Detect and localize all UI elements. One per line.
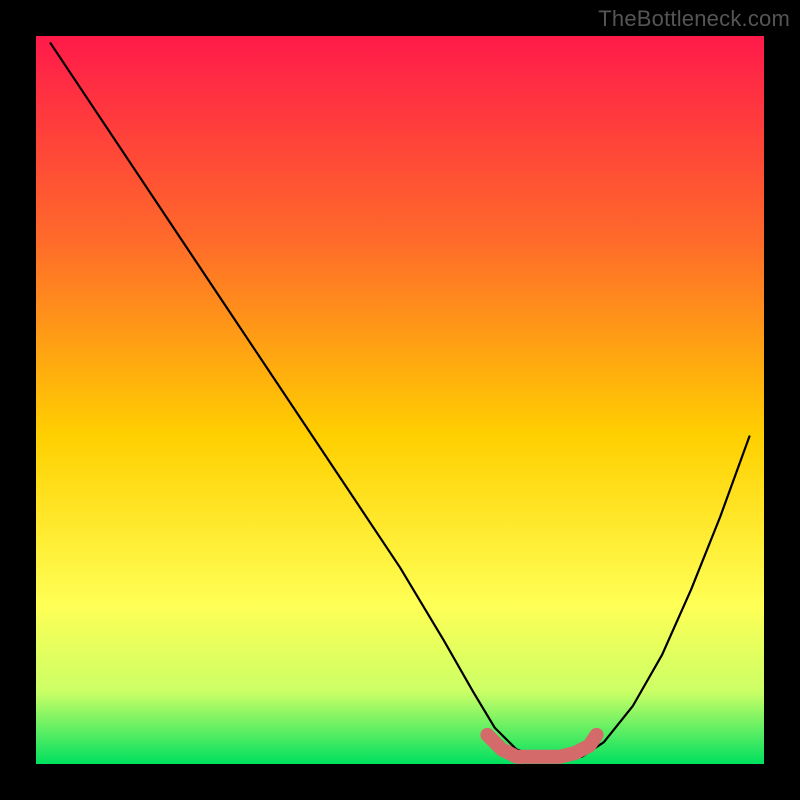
plot-area — [36, 36, 764, 764]
trough-endpoint-dot — [591, 729, 603, 741]
chart-frame: TheBottleneck.com — [0, 0, 800, 800]
watermark-text: TheBottleneck.com — [598, 6, 790, 32]
chart-svg — [36, 36, 764, 764]
gradient-background — [36, 36, 764, 764]
